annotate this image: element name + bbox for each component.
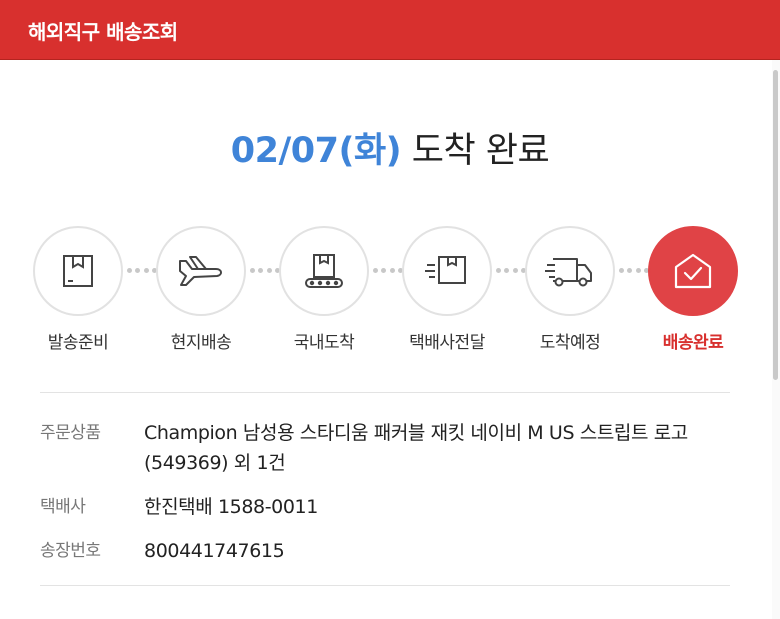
tracking-number: 800441747615 bbox=[144, 540, 285, 562]
courier-row: 택배사 한진택배 1588-0011 bbox=[40, 492, 730, 522]
tracking-row: 송장번호 800441747615 bbox=[40, 536, 730, 566]
shipment-info: 주문상품 Champion 남성용 스타디움 패커블 재킷 네이비 M US 스… bbox=[40, 418, 730, 580]
product-row: 주문상품 Champion 남성용 스타디움 패커블 재킷 네이비 M US 스… bbox=[40, 418, 730, 478]
product-label: 주문상품 bbox=[40, 423, 101, 443]
step-circle bbox=[648, 226, 738, 316]
header-title: 해외직구 배송조회 bbox=[28, 20, 178, 44]
step-label: 국내도착 bbox=[293, 333, 355, 353]
step-label: 발송준비 bbox=[47, 333, 109, 353]
step-shipping-prep: 발송준비 bbox=[33, 226, 123, 353]
step-label: 현지배송 bbox=[170, 333, 232, 353]
step-label: 택배사전달 bbox=[409, 333, 485, 353]
divider bbox=[40, 585, 730, 586]
step-circle bbox=[402, 226, 492, 316]
step-connector bbox=[373, 267, 403, 273]
app-header: 해외직구 배송조회 bbox=[0, 0, 780, 60]
step-connector bbox=[250, 267, 280, 273]
courier-value[interactable]: 한진택배 1588-0011 bbox=[144, 492, 730, 522]
arrival-status-text: 도착 완료 bbox=[401, 131, 550, 171]
step-expected-arrival: 도착예정 bbox=[525, 226, 615, 353]
step-connector bbox=[496, 267, 526, 273]
tracking-label: 송장번호 bbox=[40, 541, 101, 561]
moving-box-icon bbox=[425, 256, 466, 284]
step-circle bbox=[156, 226, 246, 316]
scrollbar-thumb[interactable] bbox=[773, 70, 778, 380]
courier-label: 택배사 bbox=[40, 497, 86, 517]
house-check-icon bbox=[674, 253, 712, 289]
step-local-shipping: 현지배송 bbox=[156, 226, 246, 353]
delivery-status-title: 02/07(화) 도착 완료 bbox=[0, 122, 780, 173]
package-box-icon bbox=[63, 255, 93, 287]
step-courier-handover: 택배사전달 bbox=[402, 226, 492, 353]
step-label: 배송완료 bbox=[662, 333, 724, 353]
conveyor-box-icon bbox=[305, 254, 343, 288]
product-value: Champion 남성용 스타디움 패커블 재킷 네이비 M US 스트립트 로… bbox=[144, 422, 688, 474]
delivery-truck-icon bbox=[545, 258, 592, 287]
divider bbox=[40, 392, 730, 393]
step-label: 도착예정 bbox=[539, 333, 601, 353]
step-delivered: 배송완료 bbox=[648, 226, 738, 353]
step-connector bbox=[127, 267, 157, 273]
step-circle bbox=[279, 226, 369, 316]
step-circle bbox=[33, 226, 123, 316]
step-circle bbox=[525, 226, 615, 316]
step-domestic-arrival: 국내도착 bbox=[279, 226, 369, 353]
airplane-icon bbox=[179, 256, 222, 286]
step-connector bbox=[619, 267, 649, 273]
arrival-date: 02/07(화) bbox=[230, 131, 402, 171]
delivery-progress-steps: 발송준비 현지배송 국내도착 택배사전달 도착예정 배송완료 bbox=[33, 226, 738, 356]
